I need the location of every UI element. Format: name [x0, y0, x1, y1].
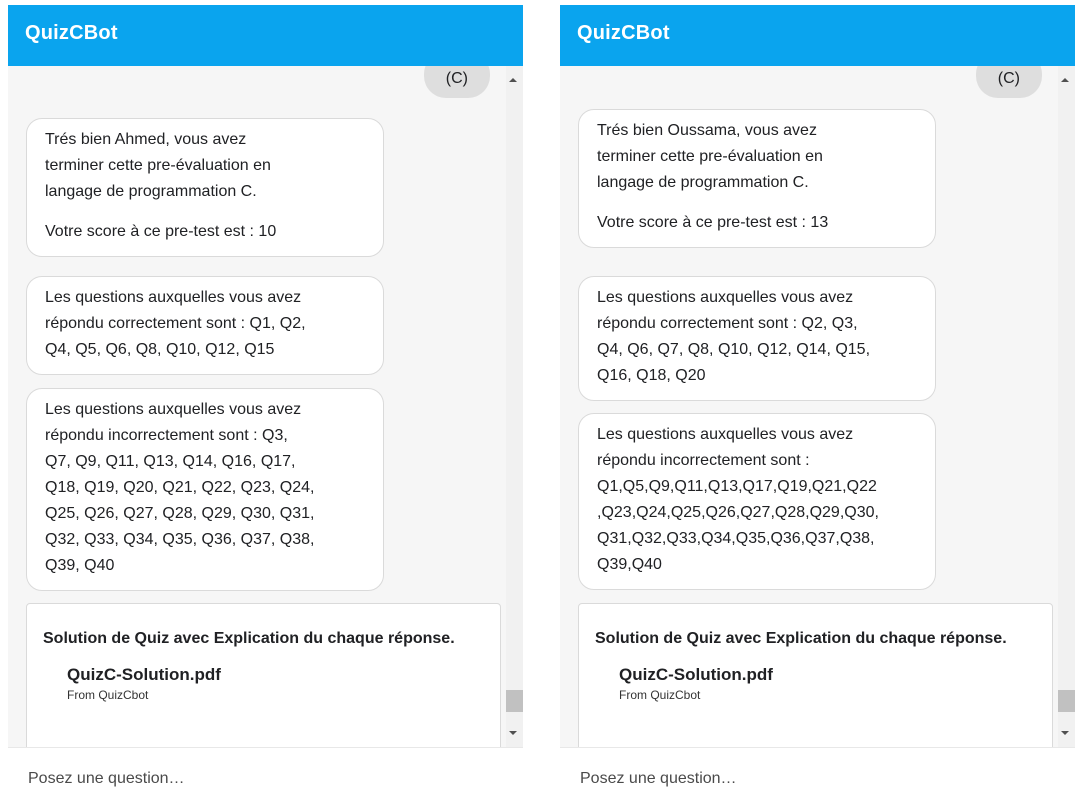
- message-line: Les questions auxquelles vous avez: [45, 289, 302, 306]
- card-title: Solution de Quiz avec Explication du cha…: [595, 630, 1007, 647]
- scroll-thumb[interactable]: [1058, 690, 1075, 712]
- message-line: répondu correctement sont : Q1, Q2,: [45, 315, 306, 332]
- scroll-down-arrow-icon[interactable]: [509, 731, 517, 735]
- chat-header: QuizCBot: [560, 5, 1075, 66]
- attachment-file-name[interactable]: QuizC-Solution.pdf: [619, 664, 1036, 686]
- message-input-bar: [8, 747, 523, 796]
- message-line: Q39,Q40: [597, 556, 662, 573]
- message-line: Q31,Q32,Q33,Q34,Q35,Q36,Q37,Q38,: [597, 530, 875, 547]
- message-line: terminer cette pre-évaluation en: [597, 148, 823, 165]
- bot-message-incorrect-answers: Les questions auxquelles vous avez répon…: [26, 388, 384, 591]
- message-line: Trés bien Oussama, vous avez: [597, 122, 817, 139]
- bot-message-score: Trés bien Ahmed, vous avez terminer cett…: [26, 118, 384, 257]
- attachment-source: From QuizCbot: [619, 688, 701, 702]
- chat-scrollbar[interactable]: [506, 66, 523, 747]
- solution-card: Solution de Quiz avec Explication du cha…: [578, 603, 1053, 747]
- scroll-down-arrow-icon[interactable]: [1061, 731, 1069, 735]
- message-line: Les questions auxquelles vous avez: [597, 426, 854, 443]
- bot-message-incorrect-answers: Les questions auxquelles vous avez répon…: [578, 413, 936, 590]
- solution-card: Solution de Quiz avec Explication du cha…: [26, 603, 501, 747]
- user-message-text: (C): [445, 70, 468, 87]
- bot-message-correct-answers: Les questions auxquelles vous avez répon…: [578, 276, 936, 401]
- message-line: Q39, Q40: [45, 557, 115, 574]
- message-line: Les questions auxquelles vous avez: [45, 401, 302, 418]
- message-line: Q7, Q9, Q11, Q13, Q14, Q16, Q17,: [45, 453, 296, 470]
- message-line: Q25, Q26, Q27, Q28, Q29, Q30, Q31,: [45, 505, 315, 522]
- bot-message-correct-answers: Les questions auxquelles vous avez répon…: [26, 276, 384, 375]
- message-line: Q32, Q33, Q34, Q35, Q36, Q37, Q38,: [45, 531, 315, 548]
- header-title: QuizCBot: [577, 22, 670, 44]
- pdf-attachment[interactable]: QuizC-Solution.pdf From QuizCbot: [619, 664, 1036, 704]
- message-line: Q18, Q19, Q20, Q21, Q22, Q23, Q24,: [45, 479, 315, 496]
- pdf-attachment[interactable]: QuizC-Solution.pdf From QuizCbot: [67, 664, 484, 704]
- chat-window-left: QuizCBot (C) Trés bien Ahmed, vous avez …: [0, 0, 523, 796]
- chat-scrollbar[interactable]: [1058, 66, 1075, 747]
- message-line: Trés bien Ahmed, vous avez: [45, 131, 247, 148]
- scroll-up-arrow-icon[interactable]: [1061, 78, 1069, 82]
- chat-messages-area[interactable]: (C) Trés bien Oussama, vous avez termine…: [560, 66, 1058, 747]
- question-input[interactable]: [8, 748, 523, 796]
- message-line: répondu correctement sont : Q2, Q3,: [597, 315, 858, 332]
- message-line: Q4, Q6, Q7, Q8, Q10, Q12, Q14, Q15,: [597, 341, 871, 358]
- score-text: Votre score à ce pre-test est : 10: [45, 223, 277, 240]
- message-line: ,Q23,Q24,Q25,Q26,Q27,Q28,Q29,Q30,: [597, 504, 879, 521]
- question-input[interactable]: [560, 748, 1075, 796]
- message-line: langage de programmation C.: [597, 174, 809, 191]
- message-line: Q16, Q18, Q20: [597, 367, 706, 384]
- scroll-up-arrow-icon[interactable]: [509, 78, 517, 82]
- user-message-bubble: (C): [975, 66, 1042, 98]
- attachment-file-name[interactable]: QuizC-Solution.pdf: [67, 664, 484, 686]
- message-line: Q1,Q5,Q9,Q11,Q13,Q17,Q19,Q21,Q22: [597, 478, 877, 495]
- chat-header: QuizCBot: [8, 5, 523, 66]
- message-line: répondu incorrectement sont : Q3,: [45, 427, 288, 444]
- message-line: terminer cette pre-évaluation en: [45, 157, 271, 174]
- attachment-source: From QuizCbot: [67, 688, 149, 702]
- message-line: Les questions auxquelles vous avez: [597, 289, 854, 306]
- message-line: répondu incorrectement sont :: [597, 452, 810, 469]
- header-title: QuizCBot: [25, 22, 118, 44]
- bot-message-score: Trés bien Oussama, vous avez terminer ce…: [578, 109, 936, 248]
- user-message-bubble: (C): [423, 66, 490, 98]
- message-line: Q4, Q5, Q6, Q8, Q10, Q12, Q15: [45, 341, 275, 358]
- scroll-thumb[interactable]: [506, 690, 523, 712]
- message-line: langage de programmation C.: [45, 183, 257, 200]
- chat-window-right: QuizCBot (C) Trés bien Oussama, vous ave…: [552, 0, 1075, 796]
- card-title: Solution de Quiz avec Explication du cha…: [43, 630, 455, 647]
- message-input-bar: [560, 747, 1075, 796]
- user-message-text: (C): [997, 70, 1020, 87]
- score-text: Votre score à ce pre-test est : 13: [597, 214, 829, 231]
- chat-messages-area[interactable]: (C) Trés bien Ahmed, vous avez terminer …: [8, 66, 506, 747]
